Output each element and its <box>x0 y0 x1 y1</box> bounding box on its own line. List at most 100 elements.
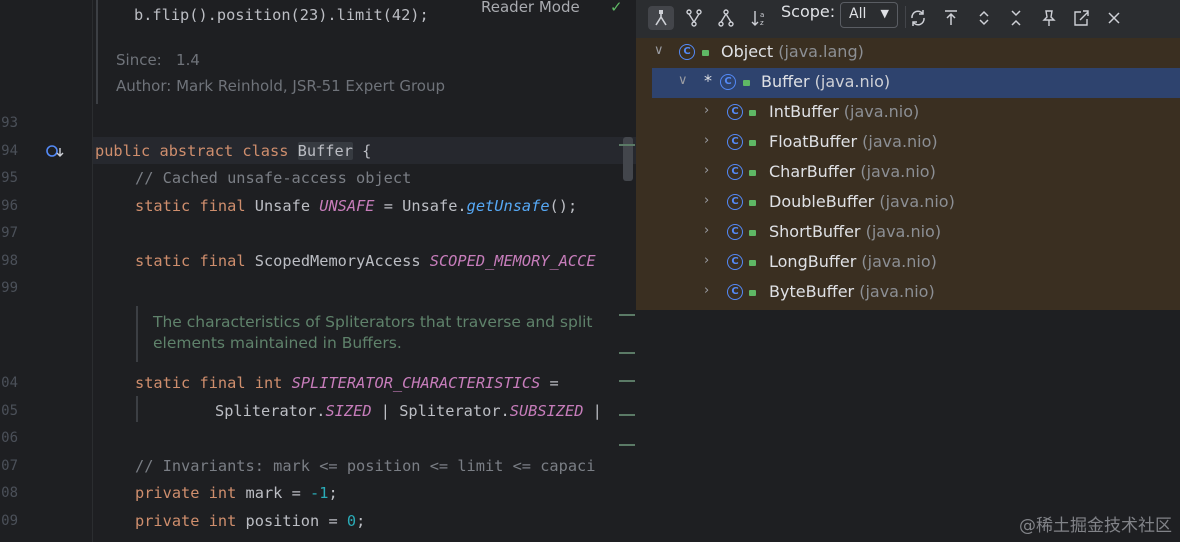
type-name: Spliterator. <box>399 402 510 420</box>
doc-author: Author: Mark Reinhold, JSR-51 Expert Gro… <box>116 77 445 95</box>
type-name: Spliterator. <box>215 402 326 420</box>
lock-icon <box>749 140 756 146</box>
line-number: 09 <box>1 513 18 529</box>
type-name: ScopedMemoryAccess <box>254 252 421 270</box>
tree-row-buffer[interactable]: ∨ * C Buffer (java.nio) <box>652 68 1180 98</box>
keyword: static <box>135 197 191 215</box>
docblock-line: elements maintained in Buffers. <box>153 334 402 352</box>
tree-row[interactable]: › C FloatBuffer (java.nio) <box>636 128 1180 158</box>
tree-row[interactable]: › C LongBuffer (java.nio) <box>636 248 1180 278</box>
call-receiver: Unsafe. <box>402 197 467 215</box>
type-hierarchy-panel: az Scope: All ▼ ∨ C Object (java.lang) ∨… <box>636 0 1180 542</box>
sort-alpha-icon[interactable]: az <box>747 6 773 30</box>
chevron-right-icon[interactable]: › <box>704 253 709 268</box>
class-icon: C <box>727 164 743 180</box>
operator: | <box>583 402 602 420</box>
code-line-class-decl: public abstract class Buffer { <box>95 142 371 160</box>
code-line-position: private int position = 0; <box>135 512 365 530</box>
check-icon[interactable]: ✓ <box>610 0 623 16</box>
semicolon: ; <box>356 512 366 530</box>
keyword: int <box>208 484 237 502</box>
static-field: SCOPED_MEMORY_ACCE <box>429 252 596 270</box>
line-number: 94 <box>1 143 18 159</box>
lock-icon <box>749 230 756 236</box>
field-name: position <box>245 512 320 530</box>
scroll-marker <box>619 144 635 146</box>
tree-row[interactable]: › C DoubleBuffer (java.nio) <box>636 188 1180 218</box>
scroll-marker <box>619 380 635 382</box>
supertypes-hierarchy-icon[interactable] <box>681 6 707 30</box>
chevron-right-icon[interactable]: › <box>704 283 709 298</box>
keyword: private <box>135 512 200 530</box>
lock-icon <box>743 80 750 86</box>
keyword: static <box>135 252 191 270</box>
tree-row-object[interactable]: ∨ C Object (java.lang) <box>636 38 1180 68</box>
code-editor[interactable]: b.flip().position(23).limit(42); Reader … <box>0 0 636 542</box>
line-number: 99 <box>1 280 18 296</box>
number-literal: 0 <box>346 512 357 530</box>
tree-item-label: IntBuffer (java.nio) <box>769 102 920 121</box>
doc-since-value: 1.4 <box>176 51 200 69</box>
lock-icon <box>749 260 756 266</box>
chevron-right-icon[interactable]: › <box>704 223 709 238</box>
tree-item-label: Object (java.lang) <box>721 42 864 61</box>
tree-item-label: CharBuffer (java.nio) <box>769 162 936 181</box>
tree-item-label: FloatBuffer (java.nio) <box>769 132 938 151</box>
implemented-hierarchy-icon[interactable] <box>46 144 66 160</box>
operator: = <box>383 197 393 215</box>
svg-text:a: a <box>760 11 764 19</box>
lock-icon <box>702 50 709 56</box>
field-name: mark <box>245 484 283 502</box>
class-icon: C <box>679 44 695 60</box>
tree-item-label: LongBuffer (java.nio) <box>769 252 937 271</box>
collapse-all-icon[interactable] <box>1003 6 1029 30</box>
static-field: SUBSIZED <box>509 402 584 420</box>
line-number: 96 <box>1 198 18 214</box>
keyword: final <box>199 197 246 215</box>
scope-select[interactable]: All ▼ <box>840 2 898 28</box>
code-line-scoped: static final ScopedMemoryAccess SCOPED_M… <box>135 252 596 270</box>
refresh-icon[interactable] <box>905 6 931 30</box>
tree-row[interactable]: › C ShortBuffer (java.nio) <box>636 218 1180 248</box>
chevron-right-icon[interactable]: › <box>704 103 709 118</box>
line-number: 05 <box>1 403 18 419</box>
code-line-mark: private int mark = -1; <box>135 484 338 502</box>
code-line-spliterator: static final int SPLITERATOR_CHARACTERIS… <box>135 374 559 392</box>
chevron-down-icon[interactable]: ∨ <box>654 43 664 58</box>
subtypes-hierarchy-icon[interactable] <box>648 6 674 30</box>
doc-border <box>96 0 98 104</box>
doc-since: Since: 1.4 <box>116 51 200 69</box>
pin-icon[interactable] <box>1036 6 1062 30</box>
chevron-right-icon[interactable]: › <box>704 163 709 178</box>
scroll-to-top-icon[interactable] <box>938 6 964 30</box>
reader-mode-button[interactable]: Reader Mode <box>481 0 580 16</box>
scroll-marker <box>619 352 635 354</box>
type-name: Unsafe <box>254 197 311 215</box>
close-icon[interactable] <box>1101 6 1127 30</box>
keyword: private <box>135 484 200 502</box>
chevron-right-icon[interactable]: › <box>704 133 709 148</box>
tree-item-label: Buffer (java.nio) <box>761 72 891 91</box>
chevron-right-icon[interactable]: › <box>704 193 709 208</box>
expand-all-icon[interactable] <box>971 6 997 30</box>
keyword: final <box>199 374 246 392</box>
class-hierarchy-icon[interactable] <box>713 6 739 30</box>
tree-item-label: ShortBuffer (java.nio) <box>769 222 942 241</box>
tree-row[interactable]: › C IntBuffer (java.nio) <box>636 98 1180 128</box>
number-literal: -1 <box>310 484 329 502</box>
operator: = <box>328 512 338 530</box>
tree-row[interactable]: › C ByteBuffer (java.nio) <box>636 278 1180 308</box>
keyword: int <box>254 374 283 392</box>
lock-icon <box>749 290 756 296</box>
hierarchy-tree: ∨ C Object (java.lang) ∨ * C Buffer (jav… <box>636 38 1180 310</box>
code-line-unsafe: static final Unsafe UNSAFE = Unsafe.getU… <box>135 197 577 215</box>
chevron-down-icon[interactable]: ∨ <box>678 73 688 88</box>
open-in-window-icon[interactable] <box>1068 6 1094 30</box>
abstract-class-icon: C <box>720 74 736 90</box>
keyword: class <box>242 142 289 160</box>
tree-row[interactable]: › C CharBuffer (java.nio) <box>636 158 1180 188</box>
static-field: UNSAFE <box>319 197 375 215</box>
class-name[interactable]: Buffer <box>297 142 353 160</box>
docblock-line: The characteristics of Spliterators that… <box>153 313 593 331</box>
code-line-spliterator-cont: Spliterator.SIZED | Spliterator.SUBSIZED… <box>215 402 602 420</box>
